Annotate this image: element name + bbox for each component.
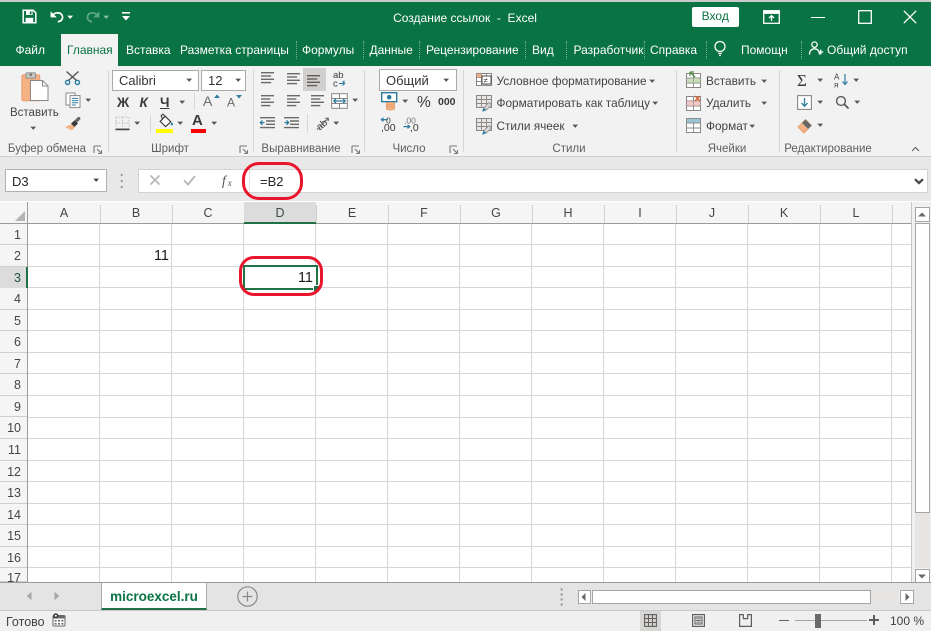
svg-text:A: A [203, 93, 213, 109]
svg-text:x: x [227, 178, 232, 188]
svg-text:,0: ,0 [410, 122, 419, 134]
svg-text:≠: ≠ [484, 76, 488, 85]
svg-text:c: c [333, 79, 338, 90]
svg-text:я: я [834, 81, 838, 90]
svg-text:Σ: Σ [797, 71, 807, 90]
svg-text:A: A [227, 96, 235, 110]
svg-text:0: 0 [386, 116, 391, 126]
